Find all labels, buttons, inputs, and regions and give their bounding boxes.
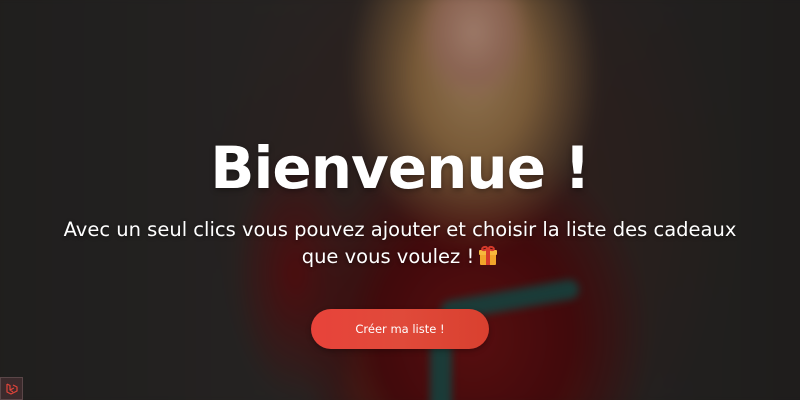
hero-title: Bienvenue ! [210, 134, 590, 202]
create-list-button[interactable]: Créer ma liste ! [311, 309, 489, 349]
hero-subtitle-line2: que vous voulez ! [301, 245, 475, 268]
hero-content: Bienvenue ! Avec un seul clics vous pouv… [0, 0, 800, 400]
laravel-logo-icon[interactable] [0, 377, 23, 400]
gift-icon [478, 244, 498, 266]
hero-section: Bienvenue ! Avec un seul clics vous pouv… [0, 0, 800, 400]
hero-subtitle: Avec un seul clics vous pouvez ajouter e… [60, 216, 740, 270]
hero-subtitle-line1: Avec un seul clics vous pouvez ajouter e… [63, 218, 737, 241]
